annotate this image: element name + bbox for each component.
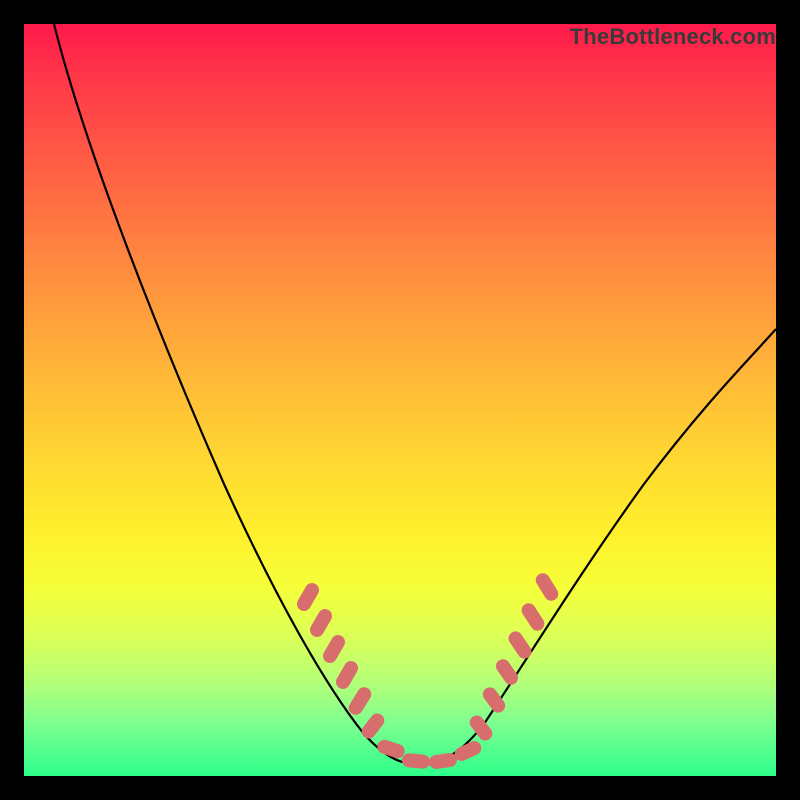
chart-frame: TheBottleneck.com [0, 0, 800, 800]
watermark-text: TheBottleneck.com [570, 24, 776, 50]
plot-gradient-background [24, 24, 776, 776]
